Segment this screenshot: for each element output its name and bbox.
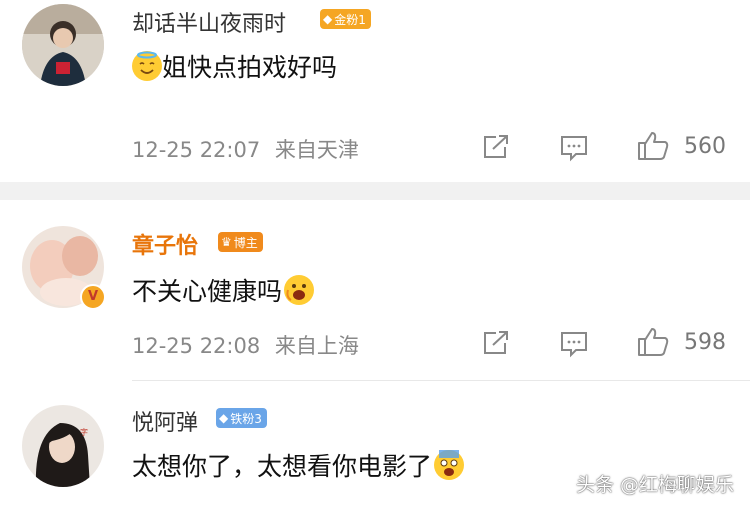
comment-text: 姐快点拍戏好吗 (132, 48, 337, 84)
comment-meta: 12-25 22:08 来自上海 (132, 330, 359, 360)
comment-item: 却话半山夜雨时 ◆ 金粉1 姐快点拍戏好吗 12-25 22:07 来自天津 5… (0, 0, 750, 180)
screaming-emoji (284, 275, 315, 305)
location: 来自上海 (274, 334, 359, 358)
fan-badge: ◆ 金粉1 (320, 9, 371, 29)
like-count: 560 (684, 134, 726, 159)
comment-icon[interactable] (559, 330, 589, 362)
timestamp: 12-25 22:07 (132, 138, 261, 162)
halo-smile-emoji (132, 51, 162, 81)
comment-text: 太想你了，太想看你电影了 (132, 447, 465, 483)
blogger-badge: ♛ 博主 (218, 232, 263, 252)
username[interactable]: 却话半山夜雨时 (132, 6, 286, 38)
like-count: 598 (684, 330, 726, 355)
section-divider (0, 182, 750, 200)
fan-badge: ◆ 铁粉3 (216, 408, 267, 428)
comment-icon[interactable] (559, 134, 589, 166)
avatar[interactable] (22, 4, 104, 86)
diamond-icon: ◆ (323, 12, 333, 26)
like-icon[interactable] (636, 130, 670, 166)
comment-text: 不关心健康吗 (132, 272, 315, 308)
watermark: 头条 @红梅聊娱乐 (575, 474, 734, 496)
username[interactable]: 悦阿弹 (132, 405, 198, 437)
verified-icon: V (80, 284, 106, 310)
timestamp: 12-25 22:08 (132, 334, 261, 358)
like-icon[interactable] (636, 326, 670, 362)
location: 来自天津 (274, 138, 359, 162)
share-icon[interactable] (482, 330, 510, 360)
share-icon[interactable] (482, 134, 510, 164)
scared-emoji (434, 450, 465, 480)
avatar-image (22, 4, 104, 86)
crown-icon: ♛ (221, 235, 232, 249)
avatar-image: 字 (22, 405, 104, 487)
username[interactable]: 章子怡 (132, 228, 198, 260)
avatar[interactable]: 字 (22, 405, 104, 487)
svg-text:字: 字 (80, 427, 88, 437)
comment-meta: 12-25 22:07 来自天津 (132, 134, 359, 164)
comment-item: V 章子怡 ♛ 博主 不关心健康吗 12-25 22:08 来自上海 598 (0, 200, 750, 375)
diamond-icon: ◆ (219, 411, 229, 425)
